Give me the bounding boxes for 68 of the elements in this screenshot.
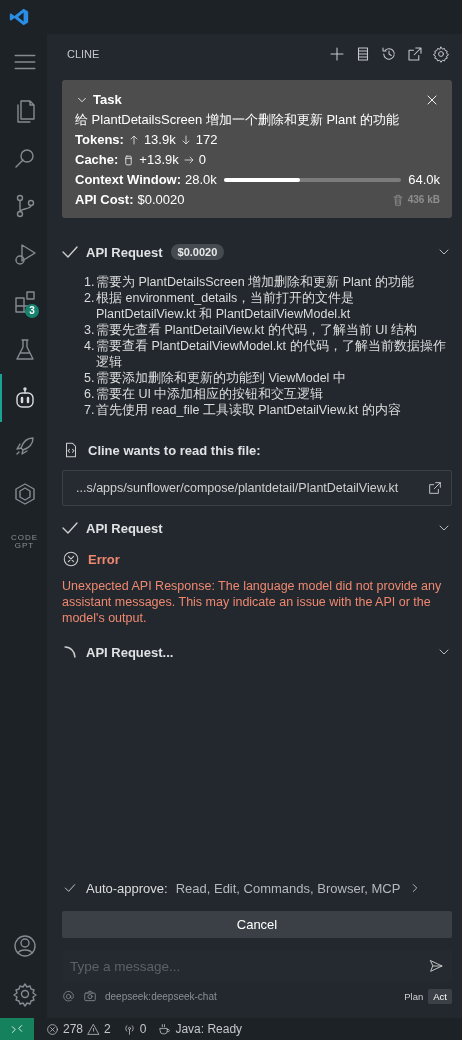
cup-icon [158,1022,172,1036]
java-status[interactable]: Java: Ready [175,1022,243,1036]
panel-title: CLINE [66,48,100,60]
cache-write: +13.9k [139,151,179,169]
task-label: Task [93,91,122,109]
plus-icon[interactable] [328,45,346,63]
tokens-out: 172 [195,131,218,149]
list-item-text: 需要添加删除和更新的功能到 ViewModel 中 [96,370,346,386]
warning-count[interactable]: 2 [104,1022,111,1036]
popout-icon [427,480,443,496]
remote-icon [10,1022,24,1036]
cost-label: API Cost: [75,191,134,209]
file-path: ...s/apps/sunflower/compose/plantdetail/PlantDetailView.kt [76,481,400,495]
list-item-text: 需要在 UI 中添加相应的按钮和交互逻辑 [96,386,324,402]
error-title: Error [88,551,120,567]
cache-read: 0 [198,151,206,169]
cache-label: Cache: [75,151,119,169]
list-item-text: 需要查看 PlantDetailViewModel.kt 的代码，了解当前数据操作逻辑 [96,338,447,370]
error-icon [62,550,80,568]
mode-toggle[interactable]: Plan [399,988,429,1004]
cost-value: $0.0020 [137,191,185,209]
file-path-box[interactable]: ...s/apps/sunflower/compose/plantdetail/PlantDetailView.kt [62,470,452,506]
list-item-text: 首先使用 read_file 工具读取 PlantDetailView.kt 的内容 [96,402,401,418]
list-item-text: 需要先查看 PlantDetailView.kt 的代码，了解当前 UI 结构 [96,322,418,338]
cost-badge: $0.0020 [170,244,225,260]
model-name[interactable]: deepseek:deepseek-chat [105,990,217,1002]
list-number: 7. [84,402,96,418]
cancel-button[interactable]: Cancel [62,911,452,938]
request-title: API Request... [86,644,174,660]
at-icon[interactable] [62,989,75,1003]
context-max: 64.0k [408,171,440,189]
tool-title: Cline wants to read this file: [88,442,261,458]
logo-text[interactable]: CODE GPT [9,534,40,550]
error-message: Unexpected API Response: The language model did not provide any assistant messages. This may indicate an issue with the API or the model's output. [62,578,443,626]
account-icon[interactable] [11,933,38,959]
list-item-text: 需要为 PlantDetailsScreen 增加删除和更新 Plant 的功能 [96,274,414,290]
list-number: 1. [84,274,96,290]
arrow-right-icon [182,154,195,166]
tokens-in: 13.9k [143,131,176,149]
list-number: 5. [84,370,96,386]
context-label: Context Window: [75,171,182,189]
request-title: API Request [86,244,163,260]
warning-icon [87,1022,101,1036]
list-item-text: 根据 environment_details，当前打开的文件是 PlantDetailView.kt 和 PlantDetailViewModel.kt [96,290,356,322]
auto-approve-label: Auto-approve: [86,880,168,896]
auto-approve-value: Read, Edit, Commands, Browser, MCP [175,880,401,896]
mode-toggle[interactable]: Act [428,988,452,1004]
context-used: 28.0k [185,171,217,189]
history-icon[interactable] [380,45,398,63]
count-badge: 3 [25,304,39,318]
list-number: 3. [84,322,96,338]
send-icon[interactable] [428,958,444,974]
list-number: 6. [84,386,96,402]
error-count[interactable]: 278 [63,1022,84,1036]
size-text: 436 kB [407,193,440,207]
task-description: 给 PlantDetailsScreen 增加一个删除和更新 Plant 的功能 [75,111,400,129]
settings-icon[interactable] [432,45,450,63]
antenna-icon [122,1022,136,1036]
list-number: 2. [84,290,96,307]
list-number: 4. [84,338,96,355]
settings-icon[interactable] [11,981,38,1007]
request-title: API Request [86,520,163,536]
popout-icon[interactable] [406,45,424,63]
editor-logo-icon [8,6,30,28]
ports-count[interactable]: 0 [139,1022,147,1036]
camera-icon[interactable] [83,989,97,1003]
error-icon [46,1022,59,1036]
tokens-label: Tokens: [75,131,124,149]
